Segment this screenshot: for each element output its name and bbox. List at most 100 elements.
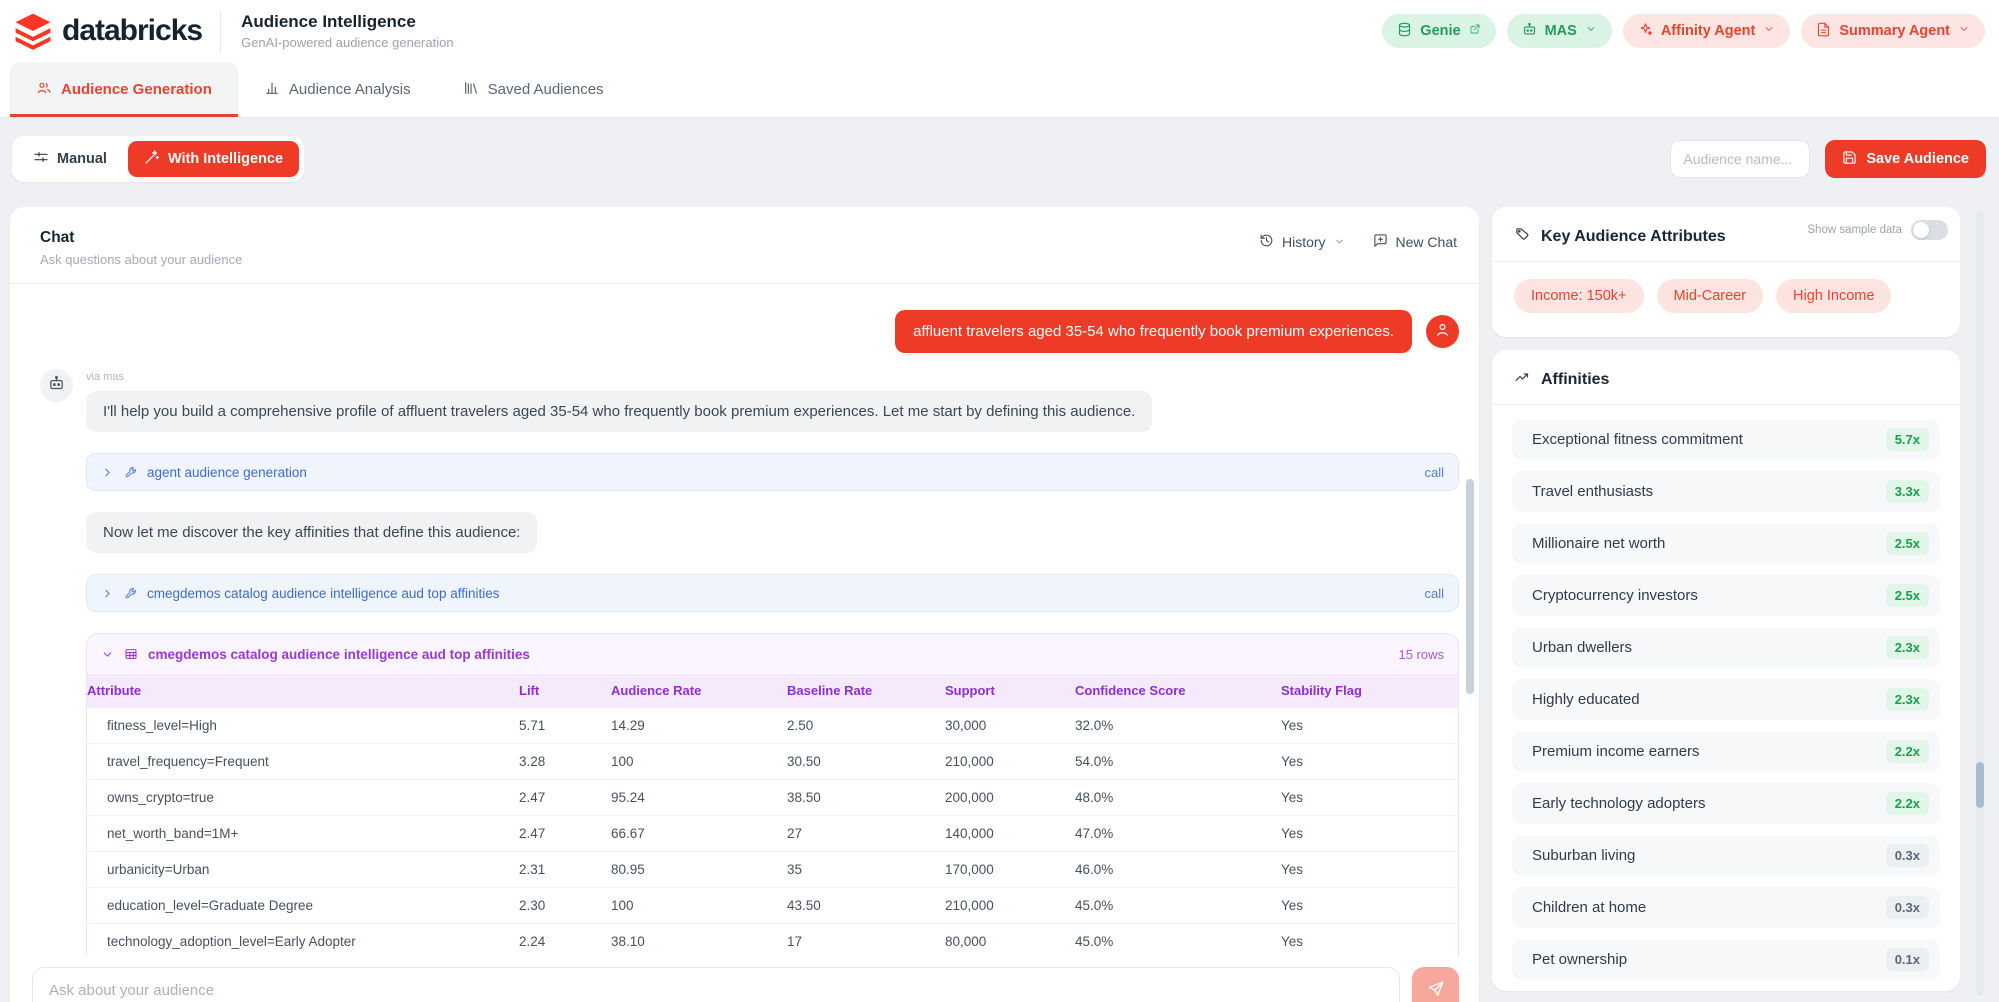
affinity-list-item[interactable]: Pet ownership 0.1x [1512, 939, 1940, 980]
cell-lift: 2.31 [519, 852, 611, 887]
chat-panel: Chat Ask questions about your audience H… [10, 207, 1479, 1002]
tool-call-row[interactable]: agent audience generation call [86, 453, 1459, 491]
cell-support: 30,000 [945, 708, 1075, 743]
affinity-label: Suburban living [1532, 847, 1635, 864]
wrench-icon [124, 466, 137, 479]
affinity-list-item[interactable]: Premium income earners 2.2x [1512, 731, 1940, 772]
chevron-down-icon [101, 648, 114, 661]
affinity-value-badge: 5.7x [1886, 428, 1929, 451]
genie-button[interactable]: Genie [1382, 14, 1495, 48]
history-button[interactable]: History [1259, 233, 1345, 251]
affinity-list-item[interactable]: Children at home 0.3x [1512, 887, 1940, 928]
cell-baseline-rate: 30.50 [787, 744, 945, 779]
cell-stability-flag: Yes [1281, 924, 1458, 957]
audience-name-input[interactable] [1670, 140, 1810, 178]
affinity-list-item[interactable]: Cryptocurrency investors 2.5x [1512, 575, 1940, 616]
sidebar-scrollbar-track [1976, 210, 1984, 996]
page-title: Audience Intelligence [241, 12, 453, 32]
save-audience-button[interactable]: Save Audience [1825, 140, 1986, 178]
attribute-chip[interactable]: Mid-Career [1657, 279, 1764, 313]
tag-icon [1514, 226, 1531, 248]
cell-stability-flag: Yes [1281, 888, 1458, 923]
chat-subtitle: Ask questions about your audience [40, 252, 1449, 267]
cell-attribute: owns_crypto=true [87, 780, 519, 815]
affinity-list-item[interactable]: Urban dwellers 2.3x [1512, 627, 1940, 668]
chevron-down-icon [1334, 234, 1345, 250]
column-header: Baseline Rate [787, 674, 945, 707]
tool-call-row[interactable]: cmegdemos catalog audience intelligence … [86, 574, 1459, 612]
wand-icon [144, 149, 160, 169]
affinity-label: Highly educated [1532, 691, 1640, 708]
affinity-list-item[interactable]: Travel enthusiasts 3.3x [1512, 471, 1940, 512]
table-row: fitness_level=High 5.71 14.29 2.50 30,00… [87, 707, 1458, 743]
summary-agent-button[interactable]: Summary Agent [1801, 14, 1985, 48]
affinity-agent-label: Affinity Agent [1661, 23, 1756, 39]
table-body: fitness_level=High 5.71 14.29 2.50 30,00… [87, 707, 1458, 957]
tab-audience-generation[interactable]: Audience Generation [10, 62, 238, 117]
affinity-list-item[interactable]: Early technology adopters 2.2x [1512, 783, 1940, 824]
document-icon [1816, 22, 1831, 41]
attribute-chip[interactable]: Income: 150k+ [1514, 279, 1644, 313]
with-intelligence-button[interactable]: With Intelligence [128, 141, 299, 177]
cell-stability-flag: Yes [1281, 852, 1458, 887]
affinity-label: Pet ownership [1532, 951, 1627, 968]
new-chat-button[interactable]: New Chat [1373, 233, 1457, 251]
chat-input[interactable] [32, 967, 1400, 1002]
send-button[interactable] [1412, 967, 1459, 1002]
affinity-value-badge: 2.3x [1886, 636, 1929, 659]
cell-attribute: technology_adoption_level=Early Adopter [87, 924, 519, 957]
cell-baseline-rate: 43.50 [787, 888, 945, 923]
cell-support: 210,000 [945, 888, 1075, 923]
toolbar: Manual With Intelligence Save Audience [12, 136, 1986, 182]
affinity-value-badge: 0.3x [1886, 844, 1929, 867]
chat-scrollbar[interactable] [1466, 479, 1474, 694]
affinity-value-badge: 0.1x [1886, 948, 1929, 971]
history-icon [1259, 233, 1274, 251]
save-audience-label: Save Audience [1866, 151, 1969, 167]
table-row: technology_adoption_level=Early Adopter … [87, 923, 1458, 957]
tool-result-header[interactable]: cmegdemos catalog audience intelligence … [87, 634, 1458, 674]
cell-lift: 2.30 [519, 888, 611, 923]
user-icon [1434, 321, 1451, 343]
manual-mode-button[interactable]: Manual [17, 141, 123, 177]
affinity-list-item[interactable]: Highly educated 2.3x [1512, 679, 1940, 720]
tab-label: Saved Audiences [488, 81, 604, 98]
with-intelligence-label: With Intelligence [168, 151, 283, 167]
chat-title: Chat [40, 229, 1449, 247]
table-header-row: AttributeLiftAudience RateBaseline RateS… [87, 674, 1458, 707]
affinity-list-item[interactable]: Millionaire net worth 2.5x [1512, 523, 1940, 564]
manual-label: Manual [57, 151, 107, 167]
cell-audience-rate: 100 [611, 888, 787, 923]
external-link-icon [1469, 23, 1481, 39]
tab-saved-audiences[interactable]: Saved Audiences [437, 62, 630, 117]
mas-button[interactable]: MAS [1507, 14, 1612, 48]
database-icon [1397, 22, 1412, 41]
affinity-agent-button[interactable]: Affinity Agent [1623, 14, 1791, 48]
table-row: urbanicity=Urban 2.31 80.95 35 170,000 4… [87, 851, 1458, 887]
cell-lift: 5.71 [519, 708, 611, 743]
cell-support: 80,000 [945, 924, 1075, 957]
row-count-badge: 15 rows [1398, 647, 1444, 662]
affinity-list-item[interactable]: Suburban living 0.3x [1512, 835, 1940, 876]
cell-confidence-score: 32.0% [1075, 708, 1281, 743]
sample-data-toggle[interactable] [1911, 220, 1948, 240]
cell-lift: 3.28 [519, 744, 611, 779]
affinity-list-item[interactable]: Exceptional fitness commitment 5.7x [1512, 419, 1940, 460]
sample-data-toggle-label: Show sample data [1807, 224, 1902, 236]
affinities-card: Affinities Exceptional fitness commitmen… [1492, 350, 1960, 991]
tab-audience-analysis[interactable]: Audience Analysis [238, 62, 437, 117]
trending-up-icon [1514, 369, 1531, 391]
column-header: Lift [519, 674, 611, 707]
affinity-label: Premium income earners [1532, 743, 1700, 760]
paper-plane-icon [1427, 980, 1445, 1001]
affinity-label: Urban dwellers [1532, 639, 1632, 656]
user-message-bubble: affluent travelers aged 35-54 who freque… [895, 310, 1412, 353]
cell-stability-flag: Yes [1281, 708, 1458, 743]
key-audience-attributes-card: Key Audience Attributes Show sample data… [1492, 207, 1960, 337]
cell-audience-rate: 14.29 [611, 708, 787, 743]
chevron-down-icon [1763, 23, 1775, 39]
attribute-chip[interactable]: High Income [1776, 279, 1891, 313]
brand-name: databricks [62, 14, 202, 48]
assistant-avatar [40, 369, 73, 402]
sidebar-scrollbar[interactable] [1976, 762, 1984, 808]
